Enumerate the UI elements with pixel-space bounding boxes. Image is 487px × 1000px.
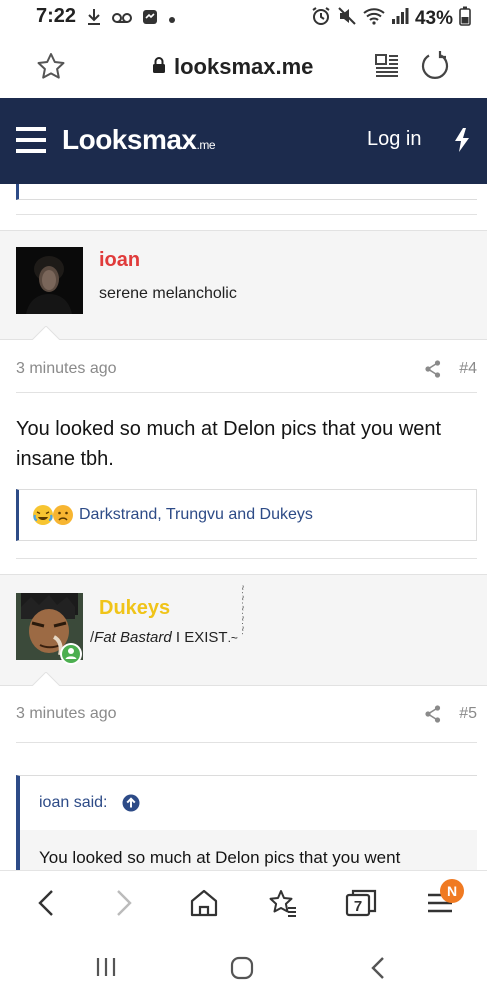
download-icon [86,8,102,31]
notification-badge: N [440,879,464,903]
logo-text: Looksmax [62,124,197,155]
crying-laughing-emoji-icon [32,504,54,531]
battery-icon [459,6,471,31]
bookmarks-icon[interactable] [265,885,301,921]
reaction-users[interactable]: Darkstrand, Trungvu and Dukeys [79,506,313,524]
arrow-up-circle-icon[interactable] [122,794,140,817]
share-icon[interactable] [425,360,441,383]
username[interactable]: ioan [99,249,140,272]
mute-icon [337,6,357,31]
home-icon[interactable] [186,885,222,921]
post-number[interactable]: #5 [459,705,477,723]
post-arrow [32,326,60,340]
post-number[interactable]: #4 [459,360,477,378]
voicemail-icon [112,11,132,29]
site-logo[interactable]: Looksmax.me [62,124,216,156]
browser-toolbar: 7 N [0,870,487,936]
previous-reactions-edge [16,184,477,200]
post-arrow [32,672,60,686]
username[interactable]: Dukeys [99,597,170,620]
thread-content: ioan serene melancholic 3 minutes ago #4… [0,184,487,870]
back-icon[interactable] [28,885,64,921]
forward-icon[interactable] [106,885,142,921]
divider [16,214,477,215]
dot-icon [168,11,176,29]
post-time[interactable]: 3 minutes ago [16,705,117,723]
divider [16,392,477,393]
url-text: looksmax.me [174,54,314,79]
logo-suffix: .me [196,138,216,152]
tabs-button[interactable]: 7 [343,885,379,921]
status-bar: 7:22 43% [0,0,487,34]
title-decoration: ~·~·~·~·~· [238,585,248,637]
clock: 7:22 [36,5,77,27]
home-nav-icon[interactable] [230,956,254,985]
divider [16,558,477,559]
signal-icon [391,7,409,30]
quote-header: ioan said: [20,776,477,830]
user-title: serene melancholic [99,285,237,302]
reader-mode-icon[interactable] [374,52,400,83]
divider [16,742,477,743]
login-button[interactable]: Log in [367,128,422,151]
recent-apps-icon[interactable] [95,956,117,983]
post-body: You looked so much at Delon pics that yo… [16,418,442,470]
tab-count: 7 [354,898,362,915]
messenger-icon [142,9,158,30]
lightning-icon[interactable] [454,128,470,157]
user-title-area: /Fat Bastard I EXIST.~ [90,629,238,646]
avatar[interactable] [16,247,83,314]
quote-body-area: You looked so much at Delon pics that yo… [20,830,477,870]
post-time[interactable]: 3 minutes ago [16,360,117,378]
alarm-icon [311,6,331,31]
url-field[interactable]: looksmax.me [152,54,313,80]
quote-author[interactable]: ioan said: [39,794,108,812]
post-user-block: Dukeys /Fat Bastard I EXIST.~ ~·~·~·~·~· [0,574,487,686]
address-bar: looksmax.me [0,34,487,98]
sad-emoji-icon [52,504,74,531]
post-user-block: ioan serene melancholic [0,230,487,340]
online-status-icon [59,642,83,671]
user-title-handwriting: Fat Bastard [94,629,172,646]
share-icon[interactable] [425,705,441,728]
lock-icon [152,54,166,80]
quote-text: You looked so much at Delon pics that yo… [39,848,401,867]
battery-percent: 43% [414,7,453,29]
site-header: Looksmax.me Log in [0,98,487,184]
bookmark-star-icon[interactable] [36,52,66,85]
back-nav-icon[interactable] [370,956,386,985]
user-title: I EXIST [175,629,228,646]
wifi-icon [363,7,385,30]
reload-icon[interactable] [420,50,450,85]
quote-block: ioan said: You looked so much at Delon p… [16,775,477,870]
reactions-bar[interactable]: Darkstrand, Trungvu and Dukeys [16,489,477,541]
system-navigation-bar [0,936,487,1000]
hamburger-menu-icon[interactable] [16,126,46,159]
